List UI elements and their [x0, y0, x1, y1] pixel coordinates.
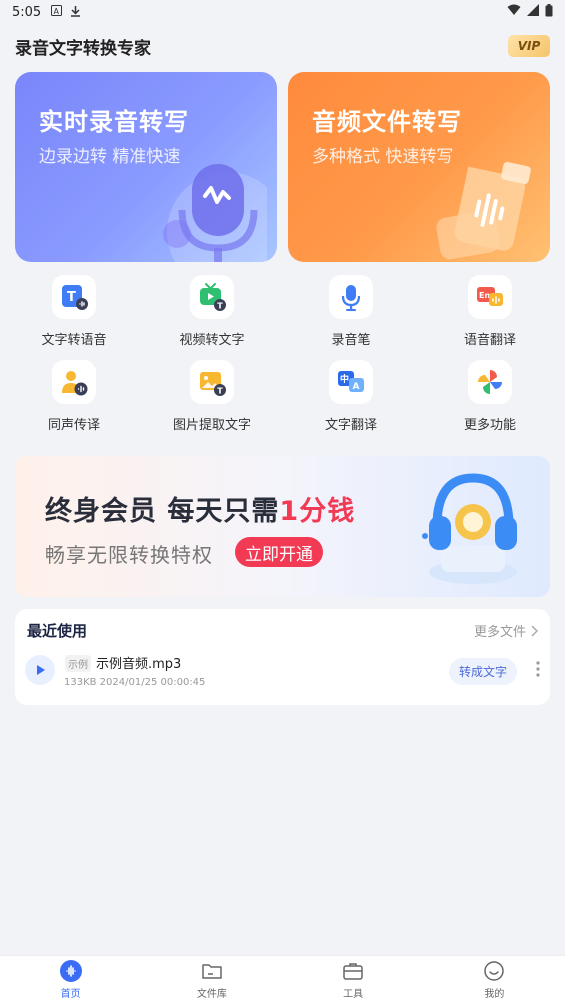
play-icon	[37, 665, 45, 675]
svg-text:中: 中	[340, 373, 349, 385]
nav-files[interactable]: 文件库	[141, 956, 282, 1004]
status-time: 5:05	[12, 4, 42, 20]
tool-label: 语音翻译	[463, 333, 516, 348]
svg-text:T: T	[217, 302, 223, 311]
nav-tools[interactable]: 工具	[283, 956, 424, 1004]
tool-label: 更多功能	[463, 418, 516, 433]
file-name[interactable]: 示例音频.mp3	[96, 653, 181, 672]
home-icon	[59, 960, 82, 982]
text-to-speech-icon: T	[52, 275, 96, 319]
tool-label: 录音笔	[331, 333, 371, 348]
nav-label: 首页	[60, 989, 81, 1000]
tool-video-to-text[interactable]: T 视频转文字	[152, 275, 272, 355]
file-meta: 133KB 2024/01/25 00:00:45	[64, 677, 206, 688]
nav-label: 文件库	[196, 989, 227, 1000]
svg-text:A: A	[54, 7, 60, 16]
audio-file-transcribe-card[interactable]: 音频文件转写 多种格式 快速转写	[288, 72, 550, 262]
more-options-icon[interactable]	[536, 661, 540, 681]
battery-icon	[545, 3, 553, 21]
svg-text:En: En	[479, 291, 490, 300]
vip-promo-banner[interactable]: 终身会员 每天只需1分钱 畅享无限转换特权 立即开通	[15, 456, 550, 597]
app-header: 录音文字转换专家 VIP	[15, 30, 550, 62]
tool-label: 视频转文字	[179, 333, 245, 348]
more-files-label: 更多文件	[473, 625, 526, 640]
tool-simultaneous-interpret[interactable]: 同声传译	[14, 360, 134, 440]
voice-translate-icon: En	[468, 275, 512, 319]
convert-to-text-button[interactable]: 转成文字	[448, 658, 517, 685]
nav-label: 工具	[343, 989, 364, 1000]
simultaneous-interpret-icon	[52, 360, 96, 404]
status-bar: 5:05 A	[0, 0, 565, 24]
app-title: 录音文字转换专家	[15, 38, 151, 59]
tool-label: 同声传译	[47, 418, 100, 433]
card-title: 音频文件转写	[312, 108, 462, 136]
svg-text:A: A	[353, 382, 360, 392]
toolbox-icon	[342, 960, 364, 982]
banner-title-highlight: 1分钱	[279, 496, 356, 527]
microphone-icon	[163, 164, 267, 262]
section-title: 最近使用	[27, 622, 88, 640]
folder-icon	[201, 960, 223, 982]
audio-file-icon	[436, 162, 531, 260]
a-icon: A	[51, 5, 63, 19]
nav-label: 我的	[484, 989, 505, 1000]
nav-profile[interactable]: 我的	[424, 956, 565, 1004]
recent-section: 最近使用 更多文件 示例 示例音频.mp3 133KB 2024/01/25 0…	[15, 609, 550, 705]
bottom-navigation: 首页 文件库 工具 我的	[0, 955, 565, 1004]
more-files-link[interactable]: 更多文件	[474, 621, 538, 640]
example-tag: 示例	[65, 655, 91, 672]
tool-voice-translate[interactable]: En 语音翻译	[430, 275, 550, 355]
video-to-text-icon: T	[190, 275, 234, 319]
image-text-icon: T	[190, 360, 234, 404]
nav-home[interactable]: 首页	[0, 956, 141, 1004]
profile-icon	[483, 960, 505, 982]
recorder-pen-icon	[329, 275, 373, 319]
tool-text-translate[interactable]: 中 A 文字翻译	[291, 360, 411, 440]
vip-badge[interactable]: VIP	[508, 35, 550, 57]
headphones-icon	[422, 473, 517, 584]
svg-text:T: T	[217, 387, 223, 396]
tool-recorder-pen[interactable]: 录音笔	[291, 275, 411, 355]
download-icon	[70, 5, 81, 20]
wifi-icon	[507, 4, 521, 20]
tool-text-to-speech[interactable]: T 文字转语音	[14, 275, 134, 355]
tool-more-functions[interactable]: 更多功能	[430, 360, 550, 440]
tool-label: 图片提取文字	[172, 418, 251, 433]
svg-text:T: T	[67, 290, 76, 305]
realtime-transcribe-card[interactable]: 实时录音转写 边录边转 精准快速	[15, 72, 277, 262]
play-button[interactable]	[25, 655, 55, 685]
chevron-right-icon	[531, 624, 538, 637]
activate-now-button[interactable]: 立即开通	[235, 537, 323, 567]
tool-image-extract-text[interactable]: T 图片提取文字	[152, 360, 272, 440]
signal-icon	[527, 4, 539, 20]
more-functions-icon	[468, 360, 512, 404]
banner-subtitle: 畅享无限转换特权	[45, 543, 213, 567]
banner-title-text: 终身会员 每天只需	[45, 496, 280, 527]
tool-label: 文字翻译	[324, 418, 377, 433]
tool-label: 文字转语音	[41, 333, 107, 348]
card-title: 实时录音转写	[39, 108, 189, 136]
banner-title: 终身会员 每天只需1分钱	[45, 489, 355, 528]
text-translate-icon: 中 A	[329, 360, 373, 404]
